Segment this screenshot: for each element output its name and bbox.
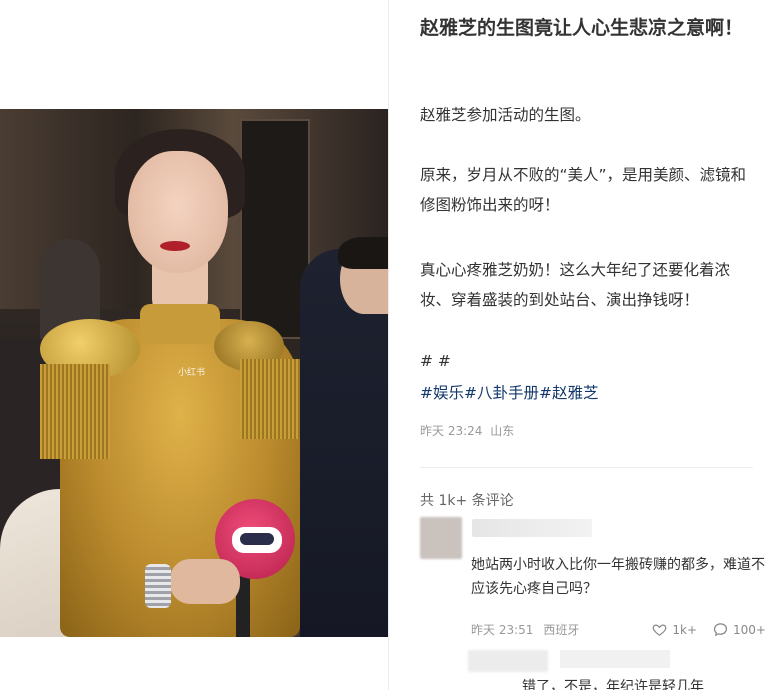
comment-meta: 昨天 23:51 西班牙 1k+ 100+ bbox=[471, 621, 766, 638]
comment-time: 昨天 23:51 bbox=[471, 623, 534, 637]
mascot-eyes bbox=[240, 533, 274, 545]
avatar[interactable] bbox=[468, 650, 548, 672]
face bbox=[128, 151, 228, 273]
comment-location: 西班牙 bbox=[543, 623, 580, 637]
reply-count: 100+ bbox=[733, 622, 766, 637]
comment-text: 她站两小时收入比你一年搬砖赚的都多，难道不应该先心疼自己吗？ bbox=[471, 557, 765, 597]
photo-watermark: 小红书 bbox=[178, 368, 206, 378]
commenter-name[interactable] bbox=[560, 650, 670, 668]
reply-button[interactable]: 100+ bbox=[713, 622, 766, 637]
comment-actions: 1k+ 100+ bbox=[652, 622, 766, 637]
article-pane: 赵雅芝的生图竟让人心生悲凉之意啊！ 赵雅芝参加活动的生图。 原来，岁月从不败的“… bbox=[389, 0, 772, 690]
comment-text: 错了，不是，年纪许是轻几年 bbox=[522, 679, 704, 690]
fringe-right bbox=[240, 359, 300, 439]
section-divider bbox=[420, 467, 753, 468]
heart-icon bbox=[652, 624, 667, 636]
post-paragraph: 原来，岁月从不败的“美人”，是用美颜、滤镜和修图粉饰出来的呀！ bbox=[420, 166, 747, 214]
hand bbox=[170, 559, 240, 604]
media-pane: 小红书 bbox=[0, 0, 388, 690]
like-button[interactable]: 1k+ bbox=[652, 622, 697, 637]
background-man-hair bbox=[338, 237, 388, 269]
post-location: 山东 bbox=[490, 424, 515, 438]
tag-link[interactable]: #娱乐 bbox=[420, 384, 464, 402]
post-paragraph: 真心心疼雅芝奶奶！这么大年纪了还要化着浓妆、穿着盛装的到处站台、演出挣钱呀！ bbox=[420, 261, 731, 309]
fringe-left bbox=[40, 364, 110, 459]
post-photo[interactable]: 小红书 bbox=[0, 109, 388, 637]
tag-link[interactable]: #赵雅芝 bbox=[539, 384, 599, 402]
comment-count: 共 1k+ 条评论 bbox=[420, 493, 514, 509]
tag-link[interactable]: #八卦手册 bbox=[464, 384, 539, 402]
comment-bubble-icon bbox=[713, 623, 728, 637]
commenter-name[interactable] bbox=[472, 519, 592, 537]
post-time: 昨天 23:24 bbox=[420, 424, 483, 438]
post-paragraph: 赵雅芝参加活动的生图。 bbox=[420, 106, 591, 124]
post-paragraph: # # bbox=[420, 352, 451, 370]
like-count: 1k+ bbox=[672, 622, 698, 637]
post-title: 赵雅芝的生图竟让人心生悲凉之意啊！ bbox=[420, 17, 744, 39]
bracelet bbox=[145, 564, 171, 608]
post-meta: 昨天 23:24 山东 bbox=[420, 422, 518, 439]
collar bbox=[140, 304, 220, 344]
tag-list: #娱乐#八卦手册#赵雅芝 bbox=[420, 378, 599, 408]
lips bbox=[160, 241, 190, 251]
avatar[interactable] bbox=[420, 517, 462, 559]
